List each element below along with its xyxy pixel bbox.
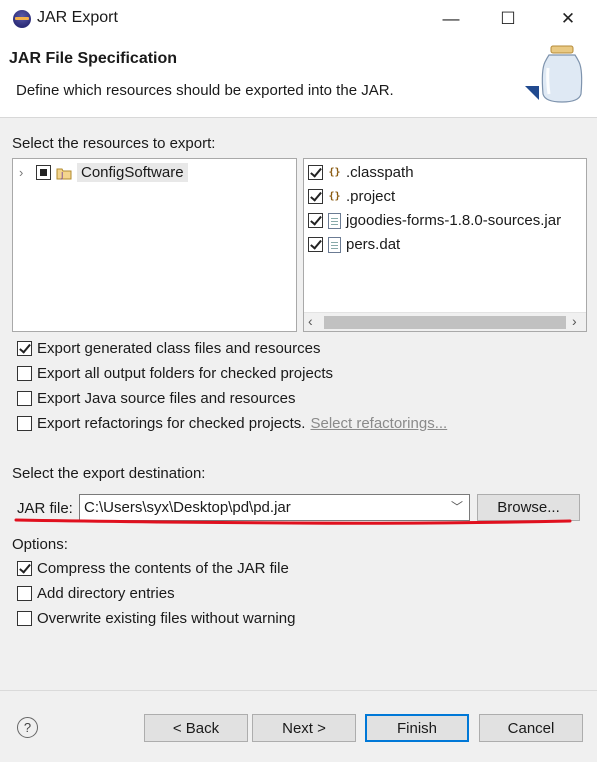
horizontal-scrollbar[interactable]: ‹ › (304, 312, 586, 331)
scroll-left-icon[interactable]: ‹ (308, 313, 313, 329)
option-label: Export all output folders for checked pr… (37, 365, 333, 382)
option-label: Export refactorings for checked projects… (37, 415, 306, 432)
export-refactorings-option[interactable]: Export refactorings for checked projects… (17, 415, 447, 432)
page-title: JAR File Specification (9, 50, 178, 67)
xml-file-icon: {} (328, 191, 341, 202)
chevron-right-icon[interactable]: › (19, 165, 31, 180)
destination-label: Select the export destination: (12, 465, 206, 482)
checkbox[interactable] (17, 611, 32, 626)
add-directory-entries-option[interactable]: Add directory entries (17, 585, 175, 602)
option-label: Export generated class files and resourc… (37, 340, 321, 357)
list-item[interactable]: {} .classpath (308, 164, 414, 181)
scrollbar-thumb[interactable] (324, 316, 566, 329)
list-item[interactable]: pers.dat (308, 236, 400, 253)
back-button[interactable]: < Back (144, 714, 248, 742)
file-checkbox[interactable] (308, 237, 323, 252)
tree-item-checkbox[interactable] (36, 165, 51, 180)
scroll-right-icon[interactable]: › (572, 313, 577, 329)
finish-button[interactable]: Finish (365, 714, 469, 742)
file-icon (328, 212, 341, 229)
file-label: pers.dat (346, 236, 401, 253)
file-icon (328, 236, 341, 253)
checkbox[interactable] (17, 366, 32, 381)
checkbox[interactable] (17, 586, 32, 601)
footer-divider (0, 690, 597, 691)
options-label: Options: (12, 536, 68, 553)
file-checkbox[interactable] (308, 213, 323, 228)
list-item[interactable]: {} .project (308, 188, 395, 205)
checkbox[interactable] (17, 416, 32, 431)
option-label: Compress the contents of the JAR file (37, 560, 289, 577)
resources-label: Select the resources to export: (12, 135, 216, 152)
export-java-source-option[interactable]: Export Java source files and resources (17, 390, 295, 407)
help-icon[interactable]: ? (17, 717, 38, 738)
compress-option[interactable]: Compress the contents of the JAR file (17, 560, 289, 577)
java-project-icon: J (56, 168, 72, 180)
minimize-button[interactable]: — (431, 4, 471, 34)
export-output-folders-option[interactable]: Export all output folders for checked pr… (17, 365, 333, 382)
tree-item-label: ConfigSoftware (77, 163, 188, 182)
xml-file-icon: {} (328, 167, 341, 178)
option-label: Add directory entries (37, 585, 175, 602)
svg-text:J: J (60, 171, 63, 180)
export-class-files-option[interactable]: Export generated class files and resourc… (17, 340, 320, 357)
overwrite-option[interactable]: Overwrite existing files without warning (17, 610, 295, 627)
wizard-banner: JAR File Specification Define which reso… (0, 38, 597, 118)
cancel-button[interactable]: Cancel (479, 714, 583, 742)
file-checkbox[interactable] (308, 165, 323, 180)
tree-item-configsoftware[interactable]: › J ConfigSoftware (19, 163, 188, 182)
option-label: Export Java source files and resources (37, 390, 296, 407)
checkbox[interactable] (17, 391, 32, 406)
select-refactorings-link[interactable]: Select refactorings... (310, 415, 447, 432)
file-list[interactable]: {} .classpath {} .project jgoodies-forms… (303, 158, 587, 332)
checkbox[interactable] (17, 561, 32, 576)
file-label: .classpath (346, 164, 414, 181)
file-checkbox[interactable] (308, 189, 323, 204)
file-label: .project (346, 188, 396, 205)
eclipse-icon (13, 10, 31, 28)
maximize-button[interactable]: ☐ (488, 4, 528, 34)
title-bar: JAR Export — ☐ ✕ (0, 0, 597, 38)
page-description: Define which resources should be exporte… (16, 82, 394, 99)
annotation-underline (14, 518, 572, 525)
jar-icon (525, 45, 583, 103)
window-title: JAR Export (37, 9, 118, 26)
list-item[interactable]: jgoodies-forms-1.8.0-sources.jar (308, 212, 561, 229)
close-button[interactable]: ✕ (548, 4, 588, 34)
file-label: jgoodies-forms-1.8.0-sources.jar (346, 212, 562, 229)
next-button[interactable]: Next > (252, 714, 356, 742)
checkbox[interactable] (17, 341, 32, 356)
option-label: Overwrite existing files without warning (37, 610, 296, 627)
project-tree[interactable]: › J ConfigSoftware (12, 158, 297, 332)
